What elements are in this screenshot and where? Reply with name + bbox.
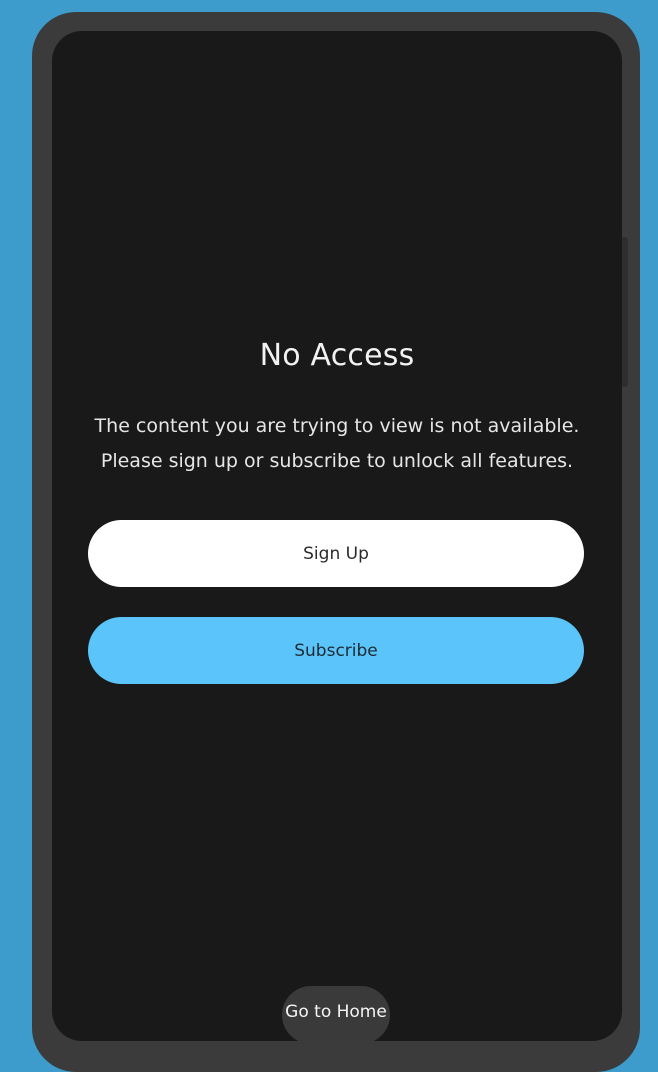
page-title: No Access: [259, 338, 415, 373]
subscribe-button[interactable]: Subscribe: [88, 617, 584, 684]
access-message: The content you are trying to view is no…: [94, 415, 580, 472]
subscribe-button-label: Subscribe: [294, 640, 378, 661]
sign-up-button[interactable]: Sign Up: [88, 520, 584, 587]
go-to-home-label: Go to Home: [285, 1002, 387, 1022]
sign-up-button-label: Sign Up: [303, 543, 369, 564]
app-screen: No Access The content you are trying to …: [52, 31, 622, 1041]
go-to-home-button[interactable]: Go to Home: [282, 986, 390, 1041]
